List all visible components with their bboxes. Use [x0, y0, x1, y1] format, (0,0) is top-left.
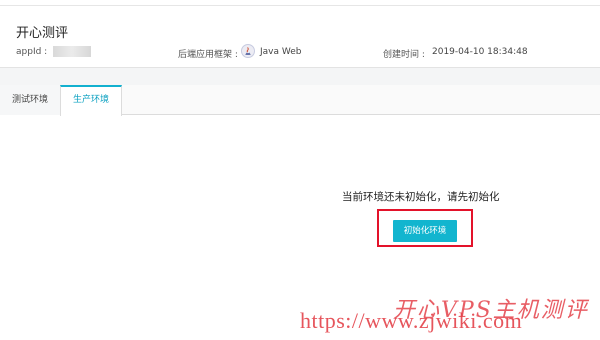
uninitialized-message: 当前环境还未初始化，请先初始化 [342, 191, 500, 203]
app-header: 开心测评 appId : 后端应用框架 : Java Web 创建时间 : 20… [0, 6, 600, 68]
tab-production-environment[interactable]: 生产环境 [60, 85, 122, 116]
framework-value: Java Web [260, 47, 302, 57]
framework-label: 后端应用框架 : [178, 50, 238, 60]
created-label: 创建时间 : [383, 50, 425, 60]
java-web-icon [241, 44, 255, 58]
tab-test-environment[interactable]: 测试环境 [0, 85, 60, 115]
watermark-url: https://www.zjwiki.com [300, 308, 523, 333]
appid-redacted-value [53, 46, 91, 57]
page-title: 开心测评 [16, 26, 69, 41]
initialize-environment-button[interactable]: 初始化环境 [393, 220, 457, 242]
section-gap [0, 69, 600, 85]
app-meta-row: appId : 后端应用框架 : Java Web 创建时间 : 2019-04… [0, 44, 600, 60]
environment-tabs: 测试环境 生产环境 [0, 85, 600, 116]
appid-label: appId : [16, 47, 48, 57]
created-value: 2019-04-10 18:34:48 [432, 47, 528, 57]
